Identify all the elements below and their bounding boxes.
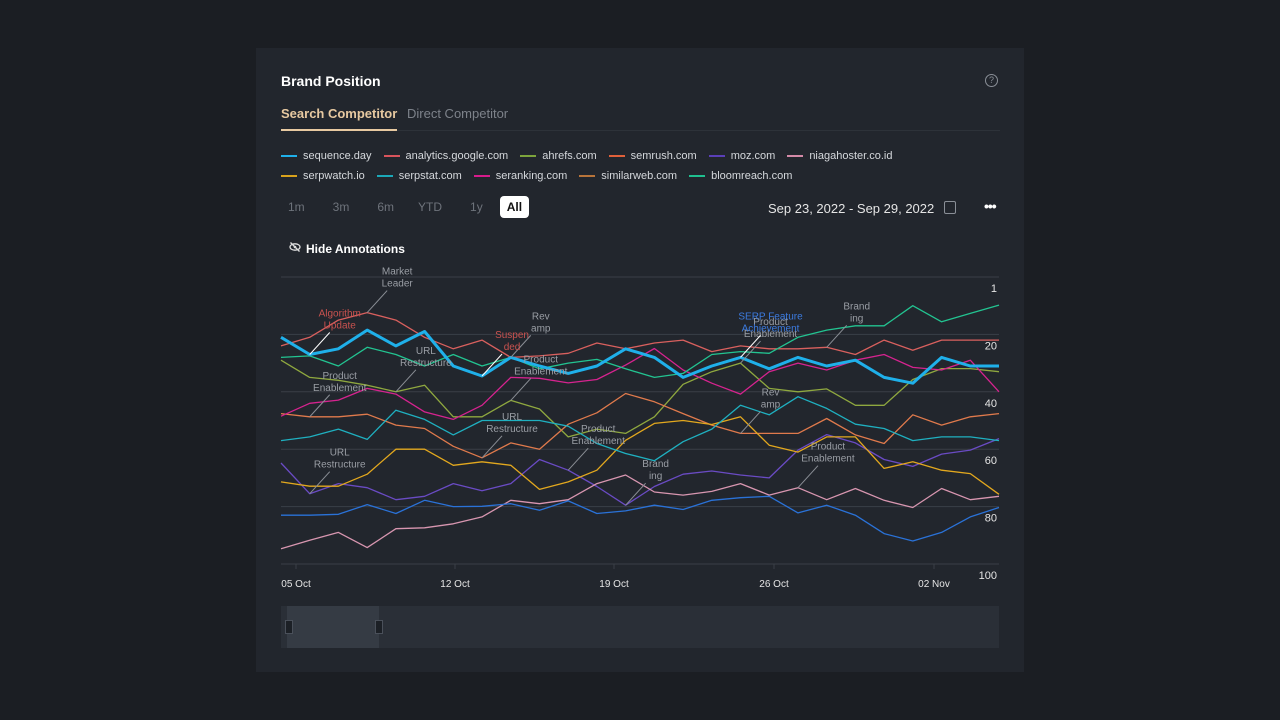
y-tick-label: 100: [979, 570, 997, 582]
annotation-label: URL: [416, 346, 436, 357]
y-tick-label: 60: [985, 455, 997, 467]
x-tick-label: 26 Oct: [759, 579, 789, 590]
annotation-label: Product: [524, 354, 559, 365]
series-line-seranking-com: [280, 347, 1000, 421]
annotation-label: amp: [531, 323, 551, 334]
y-tick-label: 20: [985, 340, 997, 352]
annotation-connector: [309, 394, 331, 418]
annotation-label: ded: [504, 342, 521, 353]
y-tick-label: 80: [985, 513, 997, 525]
annotation-connector: [740, 411, 761, 434]
brand-position-chart: 1 20 40 60 80 100 05 Oct 12 Oct 19 Oct 26 Oct 02 N…: [280, 267, 1000, 590]
annotation-label: Brand: [642, 459, 669, 470]
annotation-label: Rev: [532, 311, 550, 322]
annotation-connector: [366, 290, 388, 313]
series-line-similarweb-com: [281, 495, 1000, 542]
annotation-label: amp: [761, 399, 781, 410]
annotation-label: Enablement: [313, 383, 367, 394]
annotation-label: Brand: [843, 301, 870, 312]
series-line-ahrefs-com: [280, 359, 1000, 438]
annotation-connector: [797, 465, 819, 488]
x-tick-label: 12 Oct: [440, 579, 470, 590]
annotation-connector: [481, 435, 503, 459]
annotation-connector: [510, 378, 532, 401]
annotation-label: Market: [382, 267, 413, 278]
annotation-label: URL: [330, 448, 350, 459]
x-tick-label: 19 Oct: [599, 579, 629, 590]
annotation-label: Algorithm: [319, 308, 361, 319]
annotation-label: Rev: [762, 387, 780, 398]
annotation-label: ing: [649, 471, 662, 482]
annotation-label: Enablement: [514, 366, 568, 377]
annotation-label: Restructure: [486, 424, 538, 435]
series-line-analytics-google-com: [280, 311, 999, 359]
annotation-label: Product: [322, 371, 357, 382]
annotation-label: Leader: [382, 279, 414, 290]
annotation-label: SERP Feature: [738, 311, 803, 322]
annotation-label: Update: [324, 320, 357, 331]
series-line-serpstat-com: [280, 396, 1000, 462]
annotation-label: Achievement: [742, 323, 800, 334]
annotation-label: Enablement: [801, 454, 855, 465]
annotation-label: Product: [581, 424, 616, 435]
annotation-label: URL: [502, 412, 522, 423]
x-tick-label: 02 Nov: [918, 579, 950, 590]
series-line-moz-com: [280, 433, 1000, 506]
series-line-serpwatch-io: [280, 416, 1000, 495]
y-tick-label: 1: [991, 283, 997, 295]
annotation-label: Restructure: [314, 460, 366, 471]
annotation-label: Product: [811, 442, 846, 453]
annotation-label: Suspen: [495, 330, 529, 341]
x-tick-label: 05 Oct: [281, 579, 311, 590]
annotation-label: ing: [850, 313, 863, 324]
y-tick-label: 40: [985, 398, 997, 410]
annotation-connector: [567, 447, 589, 471]
annotation-label: Restructure: [400, 358, 452, 369]
annotation-label: Enablement: [572, 436, 626, 447]
